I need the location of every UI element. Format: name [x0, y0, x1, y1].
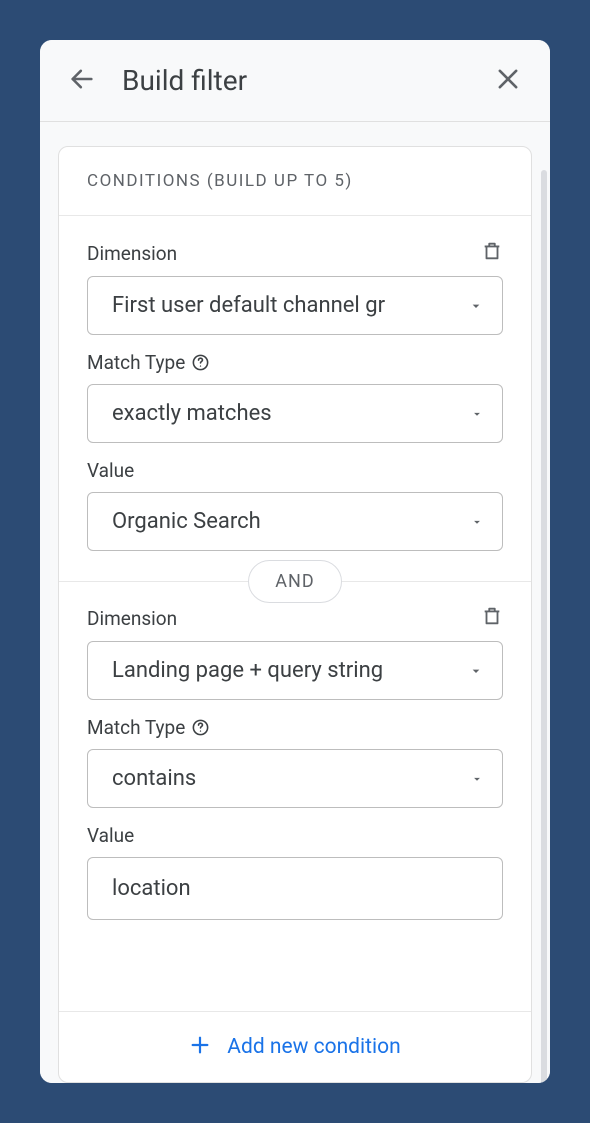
delete-condition-button[interactable]: [481, 240, 503, 266]
match-type-select[interactable]: contains: [87, 749, 503, 808]
dimension-label: Dimension: [87, 242, 177, 265]
match-type-label-row: Match Type: [87, 716, 503, 739]
value-label: Value: [87, 824, 134, 847]
and-chip: AND: [248, 560, 341, 603]
dimension-value: Landing page + query string: [112, 658, 468, 683]
value-select[interactable]: Organic Search: [87, 492, 503, 551]
dimension-select[interactable]: Landing page + query string: [87, 641, 503, 700]
conditions-list: Dimension First use: [59, 216, 531, 1011]
value-label-row: Value: [87, 459, 503, 482]
help-icon[interactable]: [191, 353, 210, 372]
dimension-select[interactable]: First user default channel gr: [87, 276, 503, 335]
delete-condition-button[interactable]: [481, 605, 503, 631]
value-input[interactable]: [87, 857, 503, 920]
close-button[interactable]: [494, 65, 522, 97]
condition-block: Dimension Landing p: [59, 581, 531, 950]
chevron-down-icon: [470, 772, 484, 786]
card-header: CONDITIONS (BUILD UP TO 5): [59, 147, 531, 216]
match-type-label-row: Match Type: [87, 351, 503, 374]
match-type-label: Match Type: [87, 716, 210, 739]
dimension-label: Dimension: [87, 607, 177, 630]
back-button[interactable]: [68, 65, 96, 97]
add-condition-button[interactable]: Add new condition: [59, 1011, 531, 1082]
close-icon: [494, 65, 522, 97]
help-icon[interactable]: [191, 718, 210, 737]
chevron-down-icon: [470, 407, 484, 421]
panel-header: Build filter: [40, 40, 550, 122]
scrollbar[interactable]: [541, 170, 547, 1083]
plus-icon: [189, 1034, 211, 1060]
match-type-value: exactly matches: [112, 401, 470, 426]
match-type-label: Match Type: [87, 351, 210, 374]
panel-title: Build filter: [122, 64, 468, 97]
chevron-down-icon: [468, 663, 484, 679]
value-text: Organic Search: [112, 509, 470, 534]
trash-icon: [481, 240, 503, 266]
match-type-select[interactable]: exactly matches: [87, 384, 503, 443]
value-label-row: Value: [87, 824, 503, 847]
dimension-label-row: Dimension: [87, 240, 503, 266]
add-condition-label: Add new condition: [227, 1035, 400, 1059]
trash-icon: [481, 605, 503, 631]
dimension-value: First user default channel gr: [112, 293, 468, 318]
match-type-value: contains: [112, 766, 470, 791]
conditions-card: CONDITIONS (BUILD UP TO 5) Dimension: [58, 146, 532, 1083]
panel-body: CONDITIONS (BUILD UP TO 5) Dimension: [40, 122, 550, 1083]
condition-block: Dimension First use: [59, 216, 531, 581]
chevron-down-icon: [468, 298, 484, 314]
card-title: CONDITIONS (BUILD UP TO 5): [87, 171, 503, 191]
dimension-label-row: Dimension: [87, 605, 503, 631]
build-filter-panel: Build filter CONDITIONS (BUILD UP TO 5) …: [40, 40, 550, 1083]
arrow-left-icon: [68, 65, 96, 97]
chevron-down-icon: [470, 515, 484, 529]
value-label: Value: [87, 459, 134, 482]
